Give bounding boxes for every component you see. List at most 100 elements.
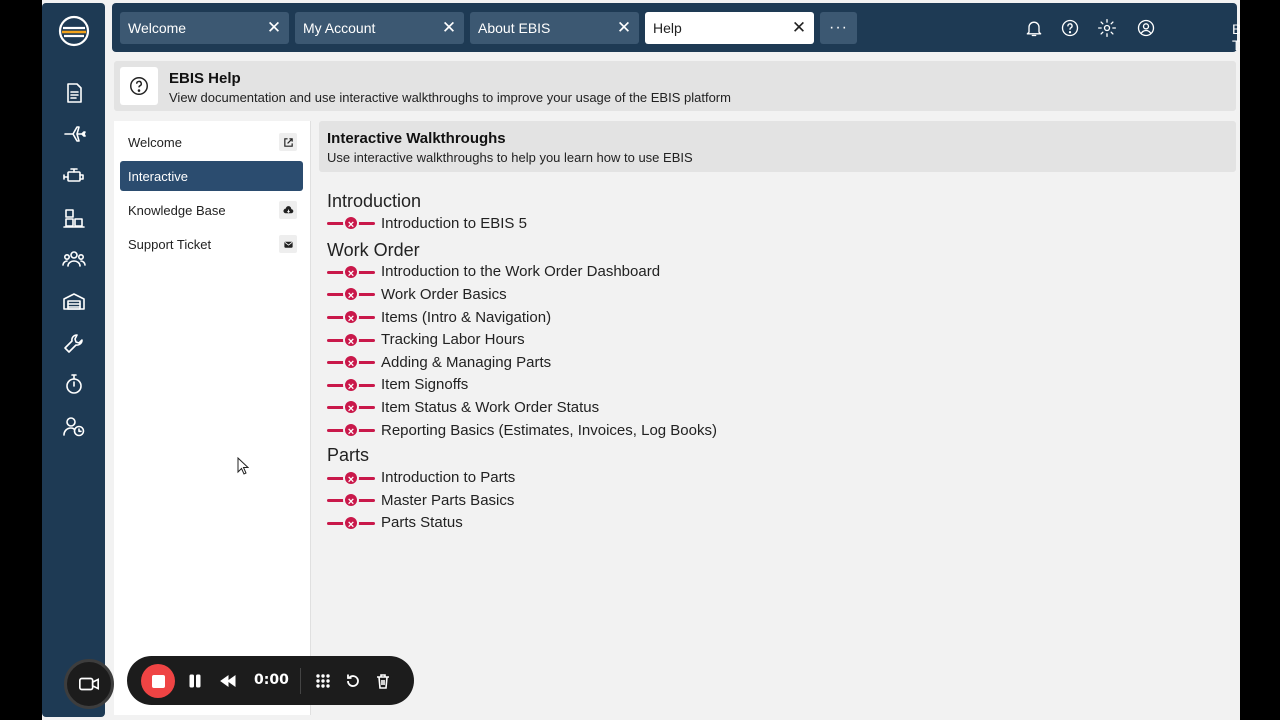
walkthrough-item[interactable]: × Item Signoffs [327, 374, 1207, 397]
dots-grid-icon [316, 674, 330, 688]
progress-track-icon: × [327, 331, 375, 349]
incomplete-status-icon: × [343, 469, 359, 486]
walkthrough-label: Master Parts Basics [381, 491, 515, 509]
progress-track-icon: × [327, 398, 375, 416]
user-avatar-icon[interactable] [1132, 13, 1160, 43]
walkthrough-item[interactable]: × Items (Intro & Navigation) [327, 306, 1207, 329]
walkthrough-list: Introduction × Introduction to EBIS 5 Wor… [327, 190, 1207, 534]
tab-help[interactable]: Help ✕ [645, 12, 814, 44]
notifications-bell-icon[interactable] [1020, 13, 1048, 43]
walkthrough-item[interactable]: × Reporting Basics (Estimates, Invoices, … [327, 419, 1207, 442]
tab-about-ebis[interactable]: About EBIS ✕ [470, 12, 639, 44]
user-name[interactable]: Billy Tech [1232, 21, 1240, 53]
stopwatch-icon[interactable] [61, 371, 87, 397]
recording-time: 0:00 [254, 672, 289, 688]
airplane-icon[interactable] [61, 121, 87, 147]
camera-toggle-button[interactable] [64, 659, 114, 709]
walkthrough-label: Items (Intro & Navigation) [381, 308, 552, 326]
restart-button[interactable] [341, 669, 365, 693]
walkthrough-label: Adding & Managing Parts [381, 353, 552, 371]
progress-track-icon: × [327, 214, 375, 232]
grid-button[interactable] [311, 669, 335, 693]
close-icon[interactable]: ✕ [259, 12, 289, 44]
walkthrough-item[interactable]: × Tracking Labor Hours [327, 328, 1207, 351]
section-title-introduction: Introduction [327, 191, 422, 211]
walkthroughs-header: Interactive Walkthroughs Use interactive… [319, 121, 1236, 172]
menu-item-label: Support Ticket [128, 236, 212, 252]
walkthrough-label: Work Order Basics [381, 285, 507, 303]
settings-gear-icon[interactable] [1093, 13, 1121, 43]
incomplete-status-icon: × [343, 376, 359, 393]
walkthrough-label: Tracking Labor Hours [381, 331, 525, 349]
tab-my-account[interactable]: My Account ✕ [295, 12, 464, 44]
help-menu-item-support-ticket[interactable]: Support Ticket [120, 229, 303, 259]
external-link-icon [279, 133, 297, 151]
incomplete-status-icon: × [343, 399, 359, 416]
walkthrough-item[interactable]: × Work Order Basics [327, 283, 1207, 306]
progress-track-icon: × [327, 263, 375, 281]
walkthrough-item[interactable]: × Adding & Managing Parts [327, 351, 1207, 374]
more-tabs-button[interactable]: ··· [820, 12, 857, 44]
pause-button[interactable] [183, 669, 207, 693]
menu-item-label: Knowledge Base [128, 202, 226, 218]
screen-recorder-toolbar: 0:00 [127, 656, 414, 705]
progress-track-icon: × [327, 308, 375, 326]
walkthrough-item[interactable]: × Master Parts Basics [327, 489, 1207, 512]
users-icon[interactable] [61, 246, 87, 272]
walkthrough-item[interactable]: × Introduction to EBIS 5 [327, 212, 1207, 235]
menu-item-label: Interactive [128, 168, 188, 184]
hangar-icon[interactable] [61, 288, 87, 314]
close-icon[interactable]: ✕ [434, 12, 464, 44]
inventory-icon[interactable] [61, 205, 87, 231]
help-circle-icon[interactable] [1056, 13, 1084, 43]
engine-icon[interactable] [61, 163, 87, 189]
tab-label: Help [653, 20, 682, 36]
close-icon[interactable]: ✕ [784, 12, 814, 44]
walkthrough-label: Introduction to the Work Order Dashboard [381, 263, 661, 281]
progress-track-icon: × [327, 421, 375, 439]
delete-recording-button[interactable] [371, 669, 395, 693]
trash-icon [377, 674, 389, 689]
close-icon[interactable]: ✕ [609, 12, 639, 44]
incomplete-status-icon: × [343, 422, 359, 439]
walkthrough-item[interactable]: × Introduction to the Work Order Dashboar… [327, 261, 1207, 284]
tab-label: About EBIS [478, 20, 551, 36]
main-sidebar [42, 3, 114, 717]
incomplete-status-icon: × [343, 215, 359, 232]
rewind-button[interactable] [216, 669, 240, 693]
restart-icon [347, 674, 359, 687]
incomplete-status-icon: × [343, 286, 359, 303]
tab-welcome[interactable]: Welcome ✕ [120, 12, 289, 44]
help-menu-item-welcome[interactable]: Welcome [120, 127, 303, 157]
stop-recording-button[interactable] [141, 664, 175, 698]
walkthrough-label: Introduction to Parts [381, 469, 516, 487]
walkthrough-label: Introduction to EBIS 5 [381, 214, 527, 232]
walkthrough-item[interactable]: × Item Status & Work Order Status [327, 396, 1207, 419]
incomplete-status-icon: × [343, 492, 359, 509]
incomplete-status-icon: × [343, 514, 359, 531]
document-icon[interactable] [61, 80, 87, 106]
video-camera-icon [79, 677, 99, 691]
section-title-parts: Parts [327, 445, 370, 466]
pause-icon [189, 674, 201, 688]
help-menu-item-knowledge-base[interactable]: Knowledge Base [120, 195, 303, 225]
walkthroughs-title: Interactive Walkthroughs [327, 130, 506, 147]
progress-track-icon: × [327, 469, 375, 487]
toolbar-divider [300, 668, 301, 694]
incomplete-status-icon: × [343, 309, 359, 326]
user-clock-icon[interactable] [61, 413, 87, 439]
cloud-download-icon [279, 201, 297, 219]
incomplete-status-icon: × [343, 263, 359, 280]
help-menu-item-interactive[interactable]: Interactive [120, 161, 303, 191]
walkthrough-item[interactable]: × Introduction to Parts [327, 466, 1207, 489]
walkthrough-label: Item Signoffs [381, 376, 469, 394]
walkthrough-item[interactable]: × Parts Status [327, 512, 1207, 535]
walkthroughs-subtitle: Use interactive walkthroughs to help you… [327, 150, 693, 165]
wrench-icon[interactable] [61, 330, 87, 356]
ebis-logo-icon[interactable] [58, 15, 90, 47]
top-bar: Welcome ✕ My Account ✕ About EBIS ✕ Help… [112, 3, 1240, 53]
progress-track-icon: × [327, 376, 375, 394]
tab-label: Welcome [128, 20, 187, 36]
section-title-work-order: Work Order [327, 239, 420, 260]
page-subtitle: View documentation and use interactive w… [169, 90, 731, 105]
